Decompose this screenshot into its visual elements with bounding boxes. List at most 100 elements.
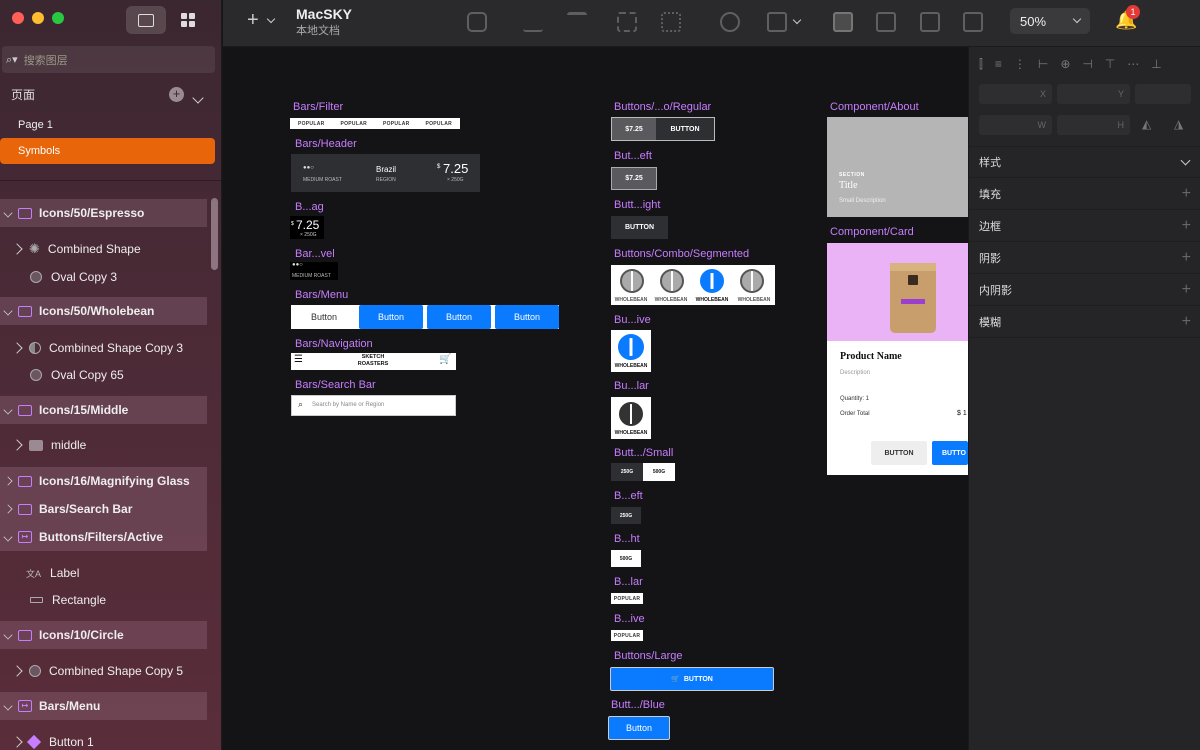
subtract-icon[interactable]: [876, 12, 896, 32]
artboard-title[interactable]: Bars/Header: [295, 138, 357, 150]
add-fill-icon[interactable]: +: [1182, 185, 1191, 203]
menu-button[interactable]: Button: [291, 305, 357, 329]
segmented-control[interactable]: WHOLEBEAN WHOLEBEAN WHOLEBEAN WHOLEBEAN: [611, 265, 775, 305]
artboard-title[interactable]: Bars/Filter: [293, 101, 343, 113]
fill-section[interactable]: 填充 +: [969, 178, 1200, 210]
bean-icon-active[interactable]: [700, 269, 724, 293]
align-center-h-icon[interactable]: ≡: [995, 57, 1002, 72]
artboard-title[interactable]: B...lar: [614, 576, 643, 588]
about-component[interactable]: SECTION Title Small Description: [827, 117, 968, 217]
menu-button[interactable]: Button: [359, 305, 423, 329]
artboard-title[interactable]: But...eft: [614, 150, 652, 162]
mask-icon[interactable]: [617, 12, 637, 32]
align-bottom-icon[interactable]: ⊥: [1151, 57, 1161, 72]
combo-right-button[interactable]: BUTTON: [611, 216, 668, 239]
align-h-icon[interactable]: ⊢: [1038, 57, 1048, 72]
export-icon[interactable]: [523, 12, 543, 32]
bean-button-active[interactable]: WHOLEBEAN: [611, 330, 651, 372]
artboard-title[interactable]: Buttons/Large: [614, 650, 683, 662]
layer-symbol-group[interactable]: Icons/50/Wholebean: [0, 297, 207, 325]
menu-button[interactable]: Button: [427, 305, 491, 329]
page-item[interactable]: Page 1: [0, 112, 215, 138]
add-shadow-icon[interactable]: +: [1182, 249, 1191, 267]
add-inner-shadow-icon[interactable]: +: [1182, 281, 1191, 299]
layer-search-field[interactable]: ⌕▾ 搜索图层: [2, 46, 215, 73]
align-v-center-icon[interactable]: ⋯: [1127, 57, 1139, 72]
artboard-title[interactable]: Butt.../Small: [614, 447, 673, 459]
align-icon[interactable]: [567, 12, 587, 32]
blur-section[interactable]: 模糊 +: [969, 306, 1200, 338]
artboard-title[interactable]: B...ive: [614, 613, 645, 625]
blue-button[interactable]: Button: [608, 716, 670, 740]
artboard-title[interactable]: B...ht: [614, 533, 640, 545]
height-field[interactable]: H: [1057, 115, 1130, 135]
artboard-title[interactable]: Component/Card: [830, 226, 914, 238]
layer-symbol-group[interactable]: Icons/10/Circle: [0, 621, 207, 649]
card-button[interactable]: BUTTON: [871, 441, 927, 465]
align-right-icon[interactable]: ⊣: [1082, 57, 1092, 72]
add-border-icon[interactable]: +: [1182, 217, 1191, 235]
filter-item[interactable]: POPULAR: [425, 121, 452, 127]
filter-bar[interactable]: POPULAR POPULAR POPULAR POPULAR: [290, 118, 460, 129]
artboard-title[interactable]: B...eft: [614, 490, 643, 502]
filter-regular-button[interactable]: POPULAR: [611, 593, 643, 604]
navigation-bar[interactable]: ☰ SKETCH ROASTERS 🛒: [291, 353, 456, 370]
shadow-section[interactable]: 阴影 +: [969, 242, 1200, 274]
add-page-icon[interactable]: +: [169, 87, 184, 102]
union-icon[interactable]: [833, 12, 853, 32]
intersect-icon[interactable]: [920, 12, 940, 32]
canvas[interactable]: Bars/Filter POPULAR POPULAR POPULAR POPU…: [223, 47, 968, 750]
large-button[interactable]: 🛒 BUTTON: [610, 667, 774, 691]
flip-vertical-icon[interactable]: ◮: [1174, 117, 1183, 131]
header-bar[interactable]: ●●○ MEDIUM ROAST Brazil REGION $ 7.25 × …: [291, 154, 480, 192]
small-option[interactable]: 500G: [643, 463, 675, 481]
align-top-icon[interactable]: ⊤: [1105, 57, 1115, 72]
bean-icon[interactable]: [620, 269, 644, 293]
small-option[interactable]: 250G: [611, 463, 643, 481]
small-right-button[interactable]: 500G: [611, 550, 641, 567]
artboard-title[interactable]: Buttons/Combo/Segmented: [614, 248, 749, 260]
menu-button[interactable]: Button: [495, 305, 559, 329]
layer-item[interactable]: middle: [0, 431, 221, 459]
border-section[interactable]: 边框 +: [969, 210, 1200, 242]
transform-icon[interactable]: [767, 12, 787, 32]
bag-price[interactable]: $ 7.25 × 250G: [290, 216, 324, 239]
page-item-selected[interactable]: Symbols: [0, 138, 215, 164]
layer-symbol-group[interactable]: ↦ Buttons/Filters/Active: [0, 523, 207, 551]
artboard-title[interactable]: Bar...vel: [295, 248, 335, 260]
close-window-button[interactable]: [12, 12, 24, 24]
bean-icon[interactable]: [660, 269, 684, 293]
create-symbol-icon[interactable]: [467, 12, 487, 32]
artboard-title[interactable]: Bars/Navigation: [295, 338, 373, 350]
layer-symbol-group[interactable]: ↦ Bars/Menu: [0, 692, 207, 720]
menu-bar[interactable]: Button Button Button Button: [291, 305, 559, 329]
layer-item[interactable]: 文A Label: [0, 559, 221, 587]
artboard-title[interactable]: Bars/Search Bar: [295, 379, 376, 391]
insert-button[interactable]: +: [247, 9, 276, 32]
align-middle-icon[interactable]: ⊕: [1060, 57, 1070, 72]
layer-item[interactable]: Rectangle: [0, 586, 221, 614]
layer-search-input[interactable]: 搜索图层: [24, 52, 68, 68]
layer-item[interactable]: Button 1: [0, 728, 221, 750]
artboard-title[interactable]: Butt.../Blue: [611, 699, 665, 711]
combo-left-button[interactable]: $7.25: [611, 167, 657, 190]
flip-horizontal-icon[interactable]: ◭: [1142, 117, 1151, 131]
layer-symbol-group[interactable]: Icons/50/Espresso: [0, 199, 207, 227]
zoom-select[interactable]: 50%: [1010, 8, 1090, 34]
artboard-title[interactable]: Bu...lar: [614, 380, 649, 392]
inner-shadow-section[interactable]: 内阴影 +: [969, 274, 1200, 306]
search-bar-input[interactable]: Search by Name or Region: [312, 402, 384, 408]
artboard-title[interactable]: Bars/Menu: [295, 289, 348, 301]
layer-item[interactable]: ✺ Combined Shape: [0, 235, 221, 263]
small-left-button[interactable]: 250G: [611, 507, 641, 524]
card-button-primary[interactable]: BUTTO: [932, 441, 968, 465]
layer-item[interactable]: Oval Copy 65: [0, 361, 221, 389]
add-blur-icon[interactable]: +: [1182, 313, 1191, 331]
roast-level[interactable]: ●●○ MEDIUM ROAST: [290, 262, 338, 280]
small-combo[interactable]: 250G 500G: [611, 463, 675, 481]
flatten-icon[interactable]: [661, 12, 681, 32]
hamburger-icon[interactable]: ☰: [294, 354, 303, 365]
bean-icon[interactable]: [740, 269, 764, 293]
artboard-title[interactable]: Component/About: [830, 101, 919, 113]
align-left-icon[interactable]: ⫿: [979, 57, 983, 72]
